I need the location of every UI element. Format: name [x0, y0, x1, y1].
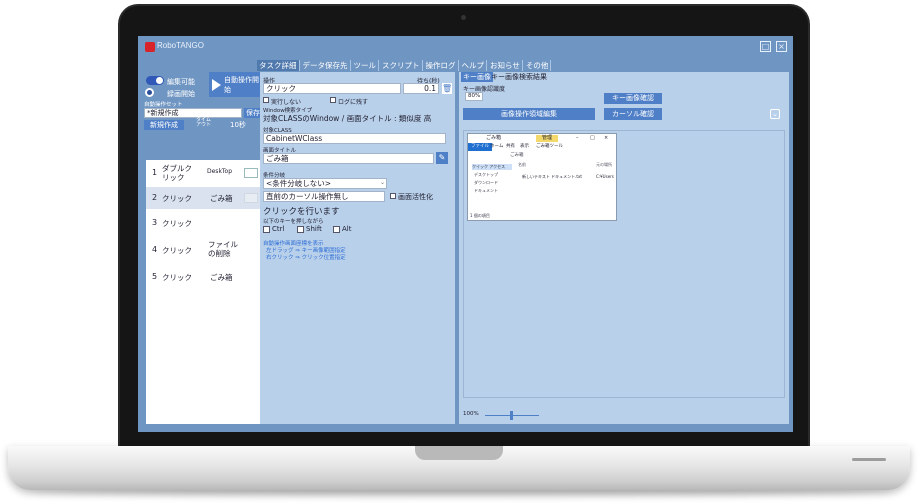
laptop-notch: [415, 446, 503, 460]
auto-run-label: 自動操作開始: [224, 75, 259, 94]
list-item[interactable]: 2 クリック ごみ箱: [146, 187, 262, 209]
maximize-icon: □: [590, 135, 595, 141]
edit-toggle[interactable]: [146, 76, 164, 85]
op-select[interactable]: クリック: [263, 83, 401, 94]
menu-bar: タスク詳細 データ保存先 ツール スクリプト 操作ログ ヘルプ お知らせ その他: [257, 60, 552, 71]
task-thumb: [244, 193, 258, 203]
menu-script[interactable]: スクリプト: [380, 60, 423, 71]
record-icon[interactable]: [145, 88, 154, 97]
menu-help[interactable]: ヘルプ: [460, 60, 487, 71]
title-bar: RoboTANGO □ ×: [138, 36, 793, 58]
timeout-value[interactable]: 10秒: [230, 120, 246, 130]
cond-select[interactable]: <条件分岐しない>: [263, 178, 387, 189]
no-exec-checkbox[interactable]: [263, 97, 269, 103]
task-thumb: [244, 168, 258, 178]
alt-label: Alt: [342, 225, 352, 233]
pencil-icon[interactable]: ✎: [436, 152, 448, 164]
record-label: 録画開始: [167, 90, 195, 98]
explorer-title: ごみ箱: [486, 135, 502, 141]
action-text: クリックを行います: [263, 207, 340, 217]
menu-op-log[interactable]: 操作ログ: [424, 60, 459, 71]
activate-checkbox[interactable]: [390, 193, 396, 199]
wait-input[interactable]: 0.1: [403, 83, 439, 94]
shift-label: Shift: [306, 225, 322, 233]
cursor-confirm-button[interactable]: カーソル確認: [604, 108, 662, 120]
key-image-panel: キー画像 キー画像検索結果 キー画像認識度 80% キー画像確認 画像操作領域編…: [459, 72, 789, 424]
minimize-icon: –: [576, 135, 579, 141]
close-icon[interactable]: ×: [776, 41, 787, 52]
close-icon: ×: [604, 135, 609, 141]
zoom-bar: 100%: [463, 409, 785, 421]
left-panel: 編集可能 録画開始 自動操作開始 自動操作セット *新規作成 保存 新規作成 タ…: [142, 72, 265, 424]
tab-search-result[interactable]: キー画像検索結果: [489, 72, 549, 82]
auto-run-button[interactable]: 自動操作開始: [209, 72, 265, 97]
keys-label: 以下のキーを押しながら: [263, 219, 324, 225]
explorer-screenshot: ごみ箱 管理 – □ × ファイル ホーム 共有 表示 ごみ箱ツール ごみ箱 ク…: [467, 133, 617, 221]
new-button[interactable]: 新規作成: [144, 120, 184, 130]
log-checkbox[interactable]: [330, 97, 336, 103]
explorer-manage: 管理: [536, 135, 559, 142]
list-item[interactable]: 3 クリック: [146, 212, 262, 234]
activate-label: 画面活性化: [398, 193, 433, 201]
app-window: RoboTANGO □ × タスク詳細 データ保存先 ツール スクリプト 操作ロ…: [138, 36, 793, 432]
laptop-indicator: [852, 458, 886, 461]
ctrl-label: Ctrl: [272, 225, 285, 233]
recog-select[interactable]: 80%: [465, 92, 483, 101]
menu-data-save[interactable]: データ保存先: [301, 60, 351, 71]
zoom-slider-handle[interactable]: [510, 411, 513, 420]
chevron-down-icon[interactable]: ⌄: [770, 109, 780, 119]
list-item[interactable]: 5 クリック ごみ箱: [146, 266, 262, 288]
menu-tools[interactable]: ツール: [352, 60, 379, 71]
class-input[interactable]: CabinetWClass: [263, 133, 446, 144]
task-list: 1 ダブルクリック DeskTop 2 クリック ごみ箱 3 クリック 4 クリ…: [146, 160, 262, 424]
task-detail-panel: 操作 待ち(秒) クリック 0.1 🗑 実行しない ログに残す Window検索…: [260, 72, 455, 424]
key-confirm-button[interactable]: キー画像確認: [604, 93, 662, 104]
shift-checkbox[interactable]: [297, 226, 304, 233]
laptop-frame: RoboTANGO □ × タスク詳細 データ保存先 ツール スクリプト 操作ロ…: [0, 0, 918, 503]
list-item[interactable]: 1 ダブルクリック DeskTop: [146, 162, 262, 184]
cursor-select[interactable]: 直前のカーソル操作無し: [263, 191, 385, 202]
set-name-field[interactable]: *新規作成: [144, 108, 242, 118]
restore-icon[interactable]: □: [760, 41, 771, 52]
alt-checkbox[interactable]: [333, 226, 340, 233]
menu-news[interactable]: お知らせ: [488, 60, 523, 71]
menu-other[interactable]: その他: [524, 60, 552, 71]
image-preview[interactable]: ごみ箱 管理 – □ × ファイル ホーム 共有 表示 ごみ箱ツール ごみ箱 ク…: [463, 130, 785, 398]
app-title: RoboTANGO: [157, 41, 204, 50]
trash-icon[interactable]: 🗑: [442, 83, 452, 94]
window-type-value[interactable]: 対象CLASSのWindow / 画面タイトル : 類似度 高: [263, 113, 431, 124]
set-label: 自動操作セット: [144, 102, 183, 108]
edit-toggle-label: 編集可能: [167, 78, 195, 86]
log-label: ログに残す: [338, 99, 369, 106]
edit-image-button[interactable]: 画像操作領域編集: [463, 108, 595, 120]
task-thumb: [244, 247, 258, 257]
screen-title-input[interactable]: ごみ箱: [263, 153, 434, 164]
no-exec-label: 実行しない: [271, 99, 302, 106]
menu-task-detail[interactable]: タスク詳細: [257, 60, 300, 71]
timeout-label: タイム アウト: [196, 117, 212, 128]
ctrl-checkbox[interactable]: [263, 226, 270, 233]
list-item[interactable]: 4 クリック ファイルの削除: [146, 237, 262, 263]
play-icon: [212, 78, 221, 91]
chevron-down-icon: ⌄: [380, 179, 386, 186]
rightclick-hint: 右クリック ⇒ クリック位置指定: [266, 255, 346, 261]
task-thumb: [244, 272, 258, 282]
camera-icon: [461, 15, 466, 20]
app-logo-icon: [145, 42, 155, 52]
task-thumb: [244, 218, 258, 228]
zoom-label: 100%: [463, 411, 479, 417]
